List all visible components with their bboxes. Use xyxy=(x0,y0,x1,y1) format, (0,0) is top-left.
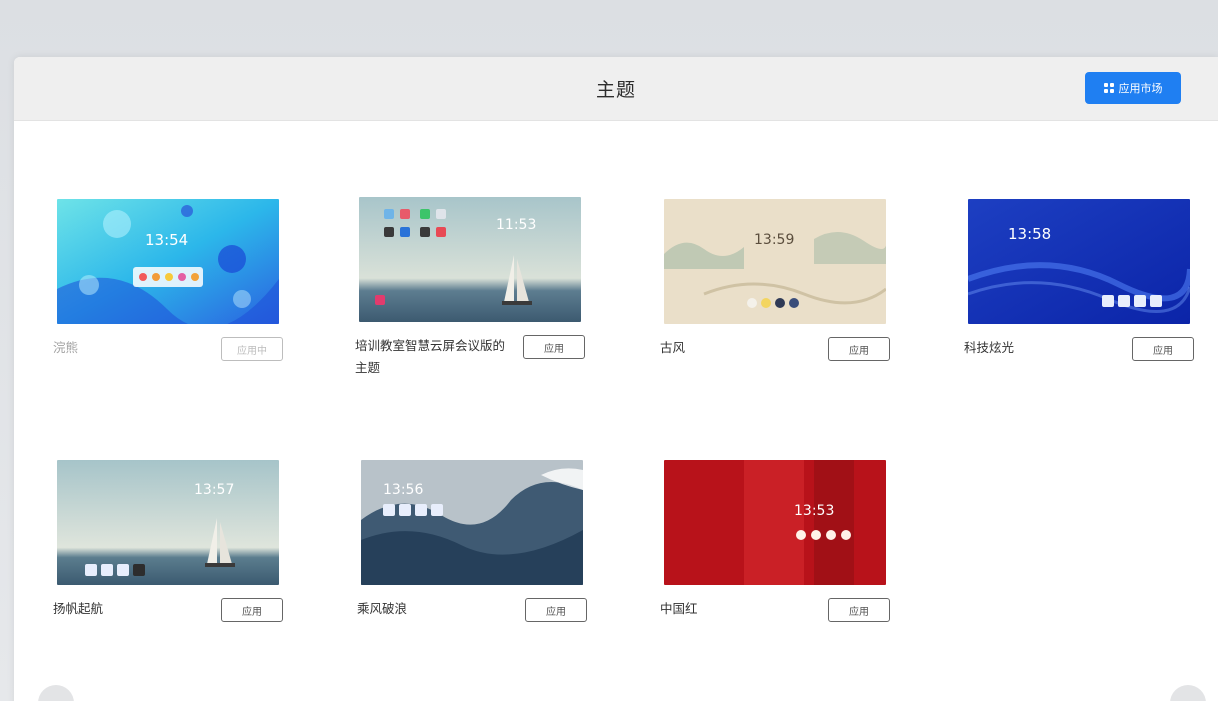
theme-name-5: 扬帆起航 xyxy=(53,601,104,616)
app-store-button-label: 应用市场 xyxy=(1118,82,1163,95)
theme-name-1: 浣熊 xyxy=(53,340,79,355)
theme-thumbnail-4[interactable]: 13:58 xyxy=(968,199,1190,324)
sailboat-wallpaper xyxy=(359,197,581,322)
theme-apply-button-3[interactable]: 应用 xyxy=(828,337,890,361)
theme-thumbnail-7[interactable]: 13:53 xyxy=(664,460,886,585)
theme-apply-button-4[interactable]: 应用 xyxy=(1132,337,1194,361)
sail-away-wallpaper xyxy=(57,460,279,585)
header-bar: 主题 应用市场 xyxy=(14,57,1218,121)
page-title: 主题 xyxy=(595,79,636,101)
theme-apply-button-2[interactable]: 应用 xyxy=(523,335,585,359)
theme-apply-button-6[interactable]: 应用 xyxy=(525,598,587,622)
china-red-wallpaper xyxy=(664,460,886,585)
thumbnail-clock-7: 13:53 xyxy=(794,503,835,519)
theme-name-6: 乘风破浪 xyxy=(357,601,408,616)
bubble-wallpaper xyxy=(57,199,279,324)
thumbnail-clock-1: 13:54 xyxy=(145,231,189,249)
theme-name-7: 中国红 xyxy=(660,601,698,616)
thumbnail-clock-6: 13:56 xyxy=(383,482,424,498)
theme-name-2: 培训教室智慧云屏会议版的主题 xyxy=(355,338,506,375)
wave-wallpaper xyxy=(361,460,583,585)
theme-thumbnail-3[interactable]: 13:59 xyxy=(664,199,886,324)
theme-thumbnail-6[interactable]: 13:56 xyxy=(361,460,583,585)
tech-glow-wallpaper xyxy=(968,199,1190,324)
theme-name-3: 古风 xyxy=(660,340,686,355)
theme-thumbnail-5[interactable]: 13:57 xyxy=(57,460,279,585)
theme-name-4: 科技炫光 xyxy=(964,340,1015,355)
grid-icon xyxy=(1103,83,1114,93)
theme-applying-button-1[interactable]: 应用中 xyxy=(221,337,283,361)
app-store-button[interactable]: 应用市场 xyxy=(1085,72,1181,104)
thumbnail-clock-3: 13:59 xyxy=(754,232,795,248)
theme-thumbnail-1[interactable]: 13:54 xyxy=(57,199,279,324)
theme-thumbnail-2[interactable]: 11:53 xyxy=(359,197,581,322)
ancient-style-wallpaper xyxy=(664,199,886,324)
thumbnail-clock-5: 13:57 xyxy=(194,482,235,498)
thumbnail-clock-2: 11:53 xyxy=(496,217,537,233)
theme-apply-button-5[interactable]: 应用 xyxy=(221,598,283,622)
theme-apply-button-7[interactable]: 应用 xyxy=(828,598,890,622)
thumbnail-clock-4: 13:58 xyxy=(1008,225,1052,243)
